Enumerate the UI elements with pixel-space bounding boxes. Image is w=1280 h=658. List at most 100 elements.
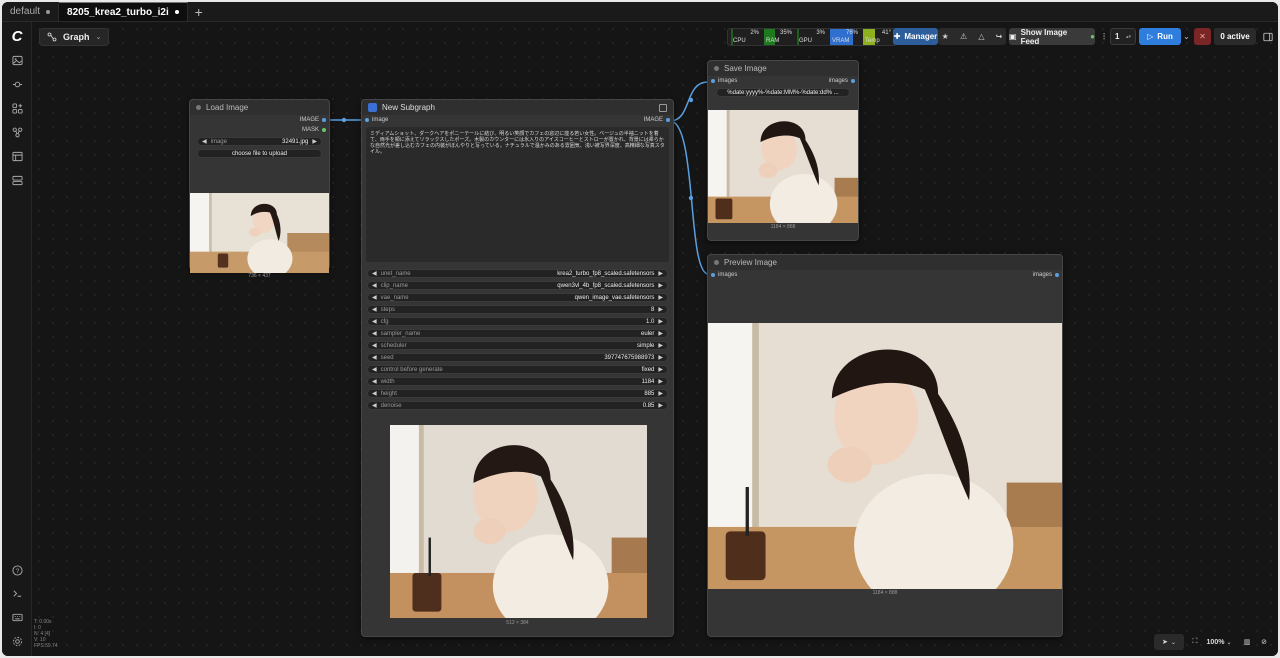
widget-clip_name[interactable]: ◀ clip_name qwen3vl_4b_fp8_scaled.safetens… (367, 281, 668, 290)
arrow-right-icon[interactable]: ▶ (658, 294, 663, 301)
arrow-right-icon[interactable]: ▶ (658, 282, 663, 289)
alert-icon[interactable]: ⚠ (960, 32, 967, 41)
fit-view-button[interactable]: ⛶ (1188, 634, 1202, 650)
choose-file-upload-button[interactable]: choose file to upload (197, 149, 322, 158)
save-image-preview (708, 110, 858, 223)
select-tool-button[interactable]: ➤ ⌄ (1154, 634, 1184, 650)
puzzle-icon: ✚ (893, 32, 901, 41)
node-title-bar[interactable]: Load Image (190, 100, 329, 115)
alert-outline-icon[interactable]: △ (978, 32, 984, 41)
image-output-slot[interactable]: IMAGE (300, 117, 326, 123)
image-file-select[interactable]: ◀ image 32491.jpg ▶ (197, 137, 322, 146)
node-title-bar[interactable]: Preview Image (708, 255, 1062, 270)
manager-button[interactable]: ✚ Manager (893, 28, 938, 45)
widget-sampler_name[interactable]: ◀ sampler_name euler ▶ (367, 329, 668, 338)
ram-meter: 35% RAM (764, 29, 792, 45)
node-title-bar[interactable]: New Subgraph (362, 100, 673, 115)
collapse-dot-icon[interactable] (714, 260, 719, 265)
filename-prefix-field[interactable]: %date:yyyy%-%date:MM%-%date:dd% ... (716, 88, 850, 97)
node-title-bar[interactable]: Save Image (708, 61, 858, 76)
comfy-logo-icon[interactable]: C (10, 28, 24, 45)
node-title: Save Image (724, 64, 767, 73)
arrow-right-icon[interactable]: ▶ (658, 390, 663, 397)
add-tab-button[interactable]: + (188, 2, 210, 21)
images-input-slot[interactable]: images (711, 78, 737, 84)
collapse-dot-icon[interactable] (196, 105, 201, 110)
share-icon[interactable]: ↪ (996, 32, 1003, 41)
cancel-run-button[interactable]: ✕ (1194, 28, 1211, 45)
arrow-right-icon[interactable]: ▶ (658, 318, 663, 325)
keyboard-icon[interactable] (10, 610, 24, 624)
stepper-arrows-icon: ▴▾ (1125, 33, 1131, 40)
layout-icon[interactable] (10, 173, 24, 187)
show-image-feed-button[interactable]: ▣ Show Image Feed ● (1009, 28, 1095, 46)
widget-width[interactable]: ◀ width 1184 ▶ (367, 377, 668, 386)
images-input-slot[interactable]: images (711, 272, 737, 278)
image-output-slot[interactable]: IMAGE (644, 117, 670, 123)
active-queue-indicator[interactable]: 0 active (1214, 28, 1256, 45)
widget-control-before-generate[interactable]: ◀ control before generate fixed ▶ (367, 365, 668, 374)
open-subgraph-icon[interactable] (659, 103, 667, 112)
subgraph-node[interactable]: New Subgraph image IMAGE ミディアムショット、ダークヘア… (361, 99, 674, 637)
run-options-chevron-icon[interactable]: ⌄ (1182, 28, 1191, 45)
widget-denoise[interactable]: ◀ denoise 0.85 ▶ (367, 401, 668, 410)
run-button[interactable]: ▷ Run (1139, 28, 1181, 45)
load-image-node[interactable]: Load Image IMAGE MASK ◀ image 32491.jpg … (189, 99, 330, 279)
graph-canvas[interactable]: Graph ⌄ 2% CPU 35% RAM 3% GPU 76% VRAM 41° Te… (32, 22, 1278, 656)
prompt-textarea[interactable]: ミディアムショット、ダークヘアをポニーテールに結び、明るい笑顔でカフェの窓辺に座… (366, 127, 669, 262)
arrow-right-icon[interactable]: ▶ (658, 378, 663, 385)
arrow-right-icon[interactable]: ▶ (658, 366, 663, 373)
widget-cfg[interactable]: ◀ cfg 1.0 ▶ (367, 317, 668, 326)
preview-size-caption: 1184 × 888 (872, 590, 898, 596)
save-image-node[interactable]: Save Image images images %date:yyyy%-%da… (707, 60, 859, 241)
settings-gear-icon[interactable] (10, 634, 24, 648)
drag-handle-icon[interactable]: ⋮ (1100, 28, 1108, 45)
link-visibility-button[interactable]: ⊘ (1257, 634, 1271, 650)
queue-count-stepper[interactable]: 1 ▴▾ (1110, 28, 1136, 45)
templates-icon[interactable] (10, 149, 24, 163)
tab-status-dot (46, 9, 51, 14)
images-output-slot[interactable]: images (829, 78, 855, 84)
feed-status-icon: ● (1090, 32, 1095, 41)
help-icon[interactable]: ? (10, 563, 24, 577)
widget-seed[interactable]: ◀ seed 397747675988973 ▶ (367, 353, 668, 362)
arrow-right-icon[interactable]: ▶ (658, 270, 663, 277)
collapse-dot-icon[interactable] (714, 66, 719, 71)
toggle-panel-button[interactable] (1260, 28, 1276, 45)
node-title: Preview Image (724, 258, 777, 267)
arrow-right-icon[interactable]: ▶ (658, 342, 663, 349)
images-output-slot[interactable]: images (1033, 272, 1059, 278)
workflows-icon[interactable] (10, 125, 24, 139)
node-library-icon[interactable] (10, 101, 24, 115)
arrow-right-icon[interactable]: ▶ (658, 306, 663, 313)
mask-output-slot[interactable]: MASK (302, 127, 326, 133)
save-size-caption: 1184 × 888 (770, 224, 796, 230)
preview-image-node[interactable]: Preview Image images images 1184 × 888 (707, 254, 1063, 637)
arrow-right-icon[interactable]: ▶ (658, 354, 663, 361)
widget-vae_name[interactable]: ◀ vae_name qwen_image_vae.safetensors ▶ (367, 293, 668, 302)
image-feed-icon: ▣ (1009, 32, 1017, 41)
images-icon[interactable] (10, 53, 24, 67)
widget-height[interactable]: ◀ height 885 ▶ (367, 389, 668, 398)
image-input-slot[interactable]: image (365, 117, 388, 123)
history-icon[interactable] (10, 77, 24, 91)
terminal-icon[interactable] (10, 586, 24, 600)
minimap-button[interactable]: ▥ (1240, 634, 1254, 650)
arrow-right-icon[interactable]: ▶ (658, 330, 663, 337)
zoom-control[interactable]: 100% ⌄ (1204, 634, 1234, 650)
star-icon[interactable]: ★ (942, 32, 949, 41)
arrow-right-icon[interactable]: ▶ (658, 402, 663, 409)
preview-size-caption: 512 × 384 (506, 620, 529, 626)
widget-scheduler[interactable]: ◀ scheduler simple ▶ (367, 341, 668, 350)
widget-steps[interactable]: ◀ steps 8 ▶ (367, 305, 668, 314)
graph-icon (47, 32, 57, 42)
widget-unet_name[interactable]: ◀ unet_name krea2_turbo_fp8_scaled.safeten… (367, 269, 668, 278)
tab-default[interactable]: default (2, 2, 60, 21)
temp-meter: 41° Temp (863, 29, 891, 45)
arrow-right-icon[interactable]: ▶ (312, 138, 317, 145)
tab-active-workflow[interactable]: 8205_krea2_turbo_i2i (59, 2, 188, 21)
panel-icon (1263, 32, 1273, 41)
play-icon: ▷ (1147, 32, 1154, 41)
run-label: Run (1157, 32, 1173, 41)
graph-menu-button[interactable]: Graph ⌄ (39, 28, 110, 46)
